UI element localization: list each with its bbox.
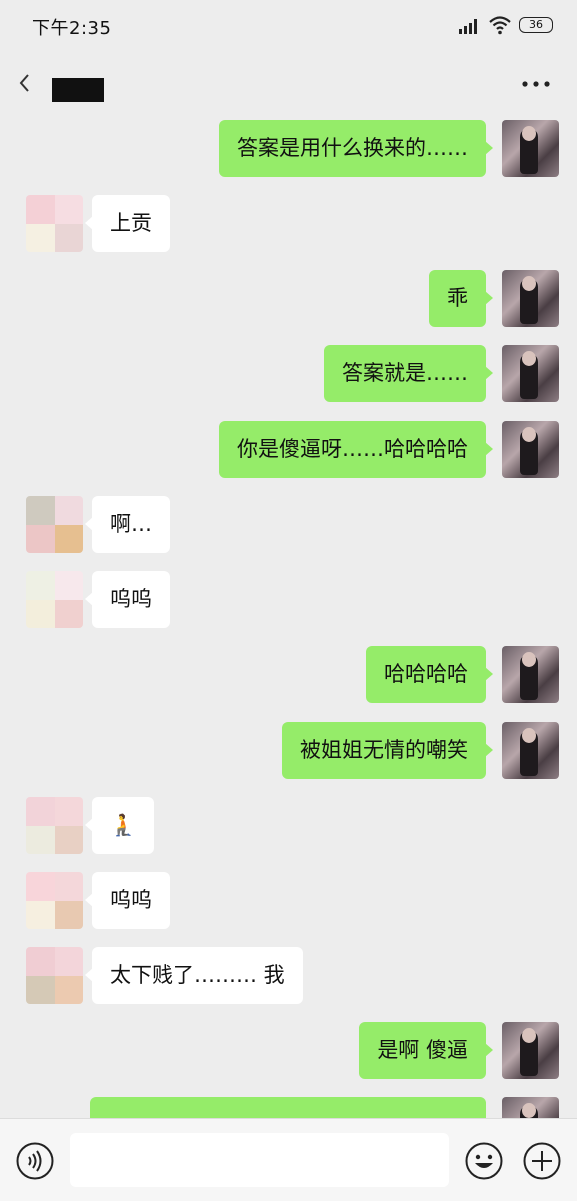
message-bubble[interactable]: 是啊 傻逼 bbox=[359, 1022, 493, 1079]
avatar[interactable] bbox=[26, 571, 83, 628]
chat-messages: 答案是用什么换来的…… 上贡 乖 答案就是…… 你是傻逼呀……哈哈哈哈 啊… 呜… bbox=[0, 118, 577, 1118]
message-bubble[interactable]: 被姐姐无情的嘲笑 bbox=[282, 722, 493, 779]
message-bubble[interactable]: 上贡 bbox=[85, 195, 170, 252]
message-bubble[interactable]: 你是傻逼呀……哈哈哈哈 bbox=[219, 421, 493, 478]
avatar[interactable] bbox=[502, 120, 559, 177]
wifi-icon bbox=[489, 16, 511, 35]
avatar[interactable] bbox=[502, 270, 559, 327]
avatar[interactable] bbox=[502, 1097, 559, 1118]
message-bubble[interactable]: 答案是用什么换来的…… bbox=[219, 120, 493, 177]
emoji-icon[interactable] bbox=[464, 1141, 504, 1181]
avatar[interactable] bbox=[26, 195, 83, 252]
message-input[interactable] bbox=[70, 1133, 449, 1187]
message-bubble[interactable]: 呜呜 bbox=[85, 571, 170, 628]
chat-header bbox=[0, 52, 577, 118]
signal-icon bbox=[459, 19, 477, 34]
message-bubble[interactable]: 太下贱了……… 我 bbox=[85, 947, 303, 1004]
avatar[interactable] bbox=[502, 722, 559, 779]
message-bubble[interactable]: 乖 bbox=[429, 270, 493, 327]
avatar[interactable] bbox=[26, 496, 83, 553]
input-bar bbox=[0, 1118, 577, 1201]
avatar[interactable] bbox=[26, 947, 83, 1004]
more-dots-icon[interactable] bbox=[521, 80, 551, 88]
chat-title bbox=[52, 78, 104, 102]
voice-icon[interactable] bbox=[15, 1141, 55, 1181]
avatar[interactable] bbox=[26, 797, 83, 854]
status-bar: 下午2:35 36 bbox=[0, 0, 577, 52]
message-bubble[interactable]: 啊… bbox=[85, 496, 170, 553]
chevron-left-icon[interactable] bbox=[17, 72, 33, 94]
plus-icon[interactable] bbox=[522, 1141, 562, 1181]
avatar[interactable] bbox=[502, 345, 559, 402]
battery-indicator: 36 bbox=[519, 17, 553, 33]
status-time: 下午2:35 bbox=[32, 18, 112, 39]
avatar[interactable] bbox=[502, 646, 559, 703]
avatar[interactable] bbox=[26, 872, 83, 929]
message-bubble-partial[interactable] bbox=[90, 1097, 486, 1118]
message-bubble[interactable]: 答案就是…… bbox=[324, 345, 493, 402]
avatar[interactable] bbox=[502, 421, 559, 478]
message-bubble[interactable]: 🧎 bbox=[84, 797, 155, 854]
message-bubble[interactable]: 哈哈哈哈 bbox=[366, 646, 493, 703]
message-bubble[interactable]: 呜呜 bbox=[85, 872, 170, 929]
avatar[interactable] bbox=[502, 1022, 559, 1079]
